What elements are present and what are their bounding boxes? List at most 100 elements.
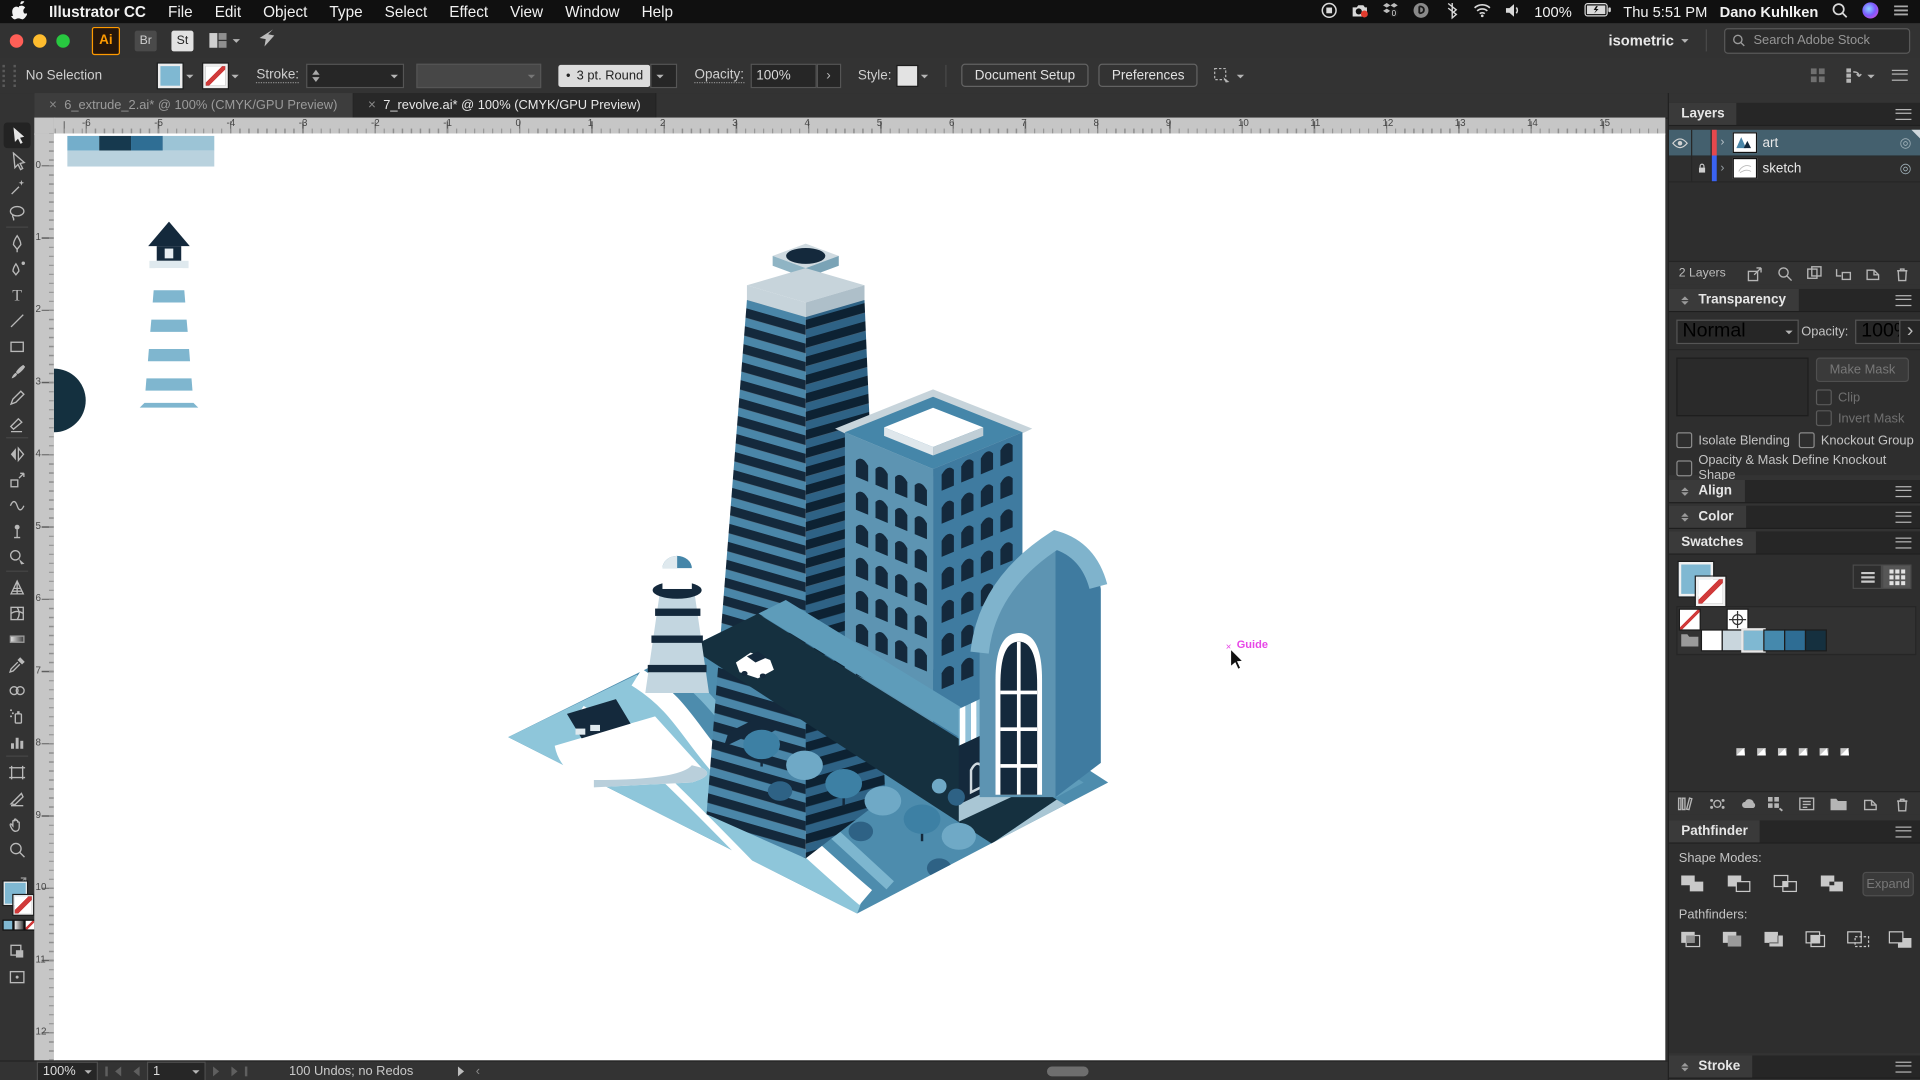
isolate-blending-checkbox[interactable] xyxy=(1676,432,1692,448)
align-panel-header[interactable]: Align xyxy=(1669,480,1920,503)
divide-button[interactable] xyxy=(1679,929,1706,955)
grid-view-button[interactable] xyxy=(1882,564,1911,588)
collapse-icon[interactable] xyxy=(1681,1059,1688,1075)
new-layer-icon[interactable] xyxy=(1864,264,1882,282)
dock-control[interactable] xyxy=(1844,66,1875,84)
new-sublayer-icon[interactable] xyxy=(1834,264,1852,282)
slice-tool[interactable] xyxy=(4,785,31,811)
screen-record-icon[interactable] xyxy=(1320,1,1338,23)
layers-panel-header[interactable]: Layers xyxy=(1669,103,1920,126)
panel-drag-handle[interactable] xyxy=(2,64,15,86)
list-view-button[interactable] xyxy=(1853,564,1882,588)
menu-file[interactable]: File xyxy=(157,3,204,20)
fill-swatch[interactable] xyxy=(158,63,182,87)
opacity-field[interactable]: 100% xyxy=(750,63,816,87)
blend-tool[interactable] xyxy=(4,677,31,703)
outline-button[interactable] xyxy=(1845,929,1872,955)
puppet-warp-tool[interactable] xyxy=(4,518,31,544)
grid-options-icon[interactable] xyxy=(1809,66,1827,84)
adobe-stock-search[interactable] xyxy=(1724,28,1910,54)
visibility-toggle[interactable] xyxy=(1669,156,1692,182)
layer-target-icon[interactable]: ◎ xyxy=(1900,135,1912,151)
document-tab[interactable]: × 6_extrude_2.ai* @ 100% (CMYK/GPU Previ… xyxy=(34,93,353,117)
symbol-sprayer-tool[interactable] xyxy=(4,703,31,729)
color-swatch[interactable] xyxy=(1723,631,1743,651)
horizontal-scrollbar-thumb[interactable] xyxy=(1047,1067,1089,1077)
color-swatch[interactable] xyxy=(1744,631,1764,651)
artboard-navigation-control[interactable]: 1 xyxy=(147,1062,206,1080)
panel-menu-icon[interactable] xyxy=(1896,1061,1912,1072)
pen-tool[interactable] xyxy=(4,230,31,256)
collapse-icon[interactable] xyxy=(1681,483,1688,499)
camera-status-icon[interactable] xyxy=(1351,1,1369,23)
rectangle-tool[interactable] xyxy=(4,333,31,359)
first-artboard-button[interactable] xyxy=(105,1067,121,1077)
previous-artboard-button[interactable] xyxy=(129,1067,140,1077)
knockout-group-checkbox[interactable] xyxy=(1799,432,1815,448)
opacity-slider-button[interactable]: › xyxy=(1899,320,1920,344)
menu-app-name[interactable]: Illustrator CC xyxy=(38,3,157,20)
stroke-panel-header[interactable]: Stroke xyxy=(1669,1056,1920,1079)
close-tab-icon[interactable]: × xyxy=(49,98,57,113)
menu-type[interactable]: Type xyxy=(318,3,373,20)
tab-layers[interactable]: Layers xyxy=(1669,103,1737,125)
visibility-toggle[interactable] xyxy=(1669,130,1692,156)
swatch-options-icon[interactable] xyxy=(1798,794,1816,812)
menu-view[interactable]: View xyxy=(499,3,554,20)
stroke-proxy[interactable] xyxy=(13,895,33,915)
bluetooth-icon[interactable] xyxy=(1442,1,1460,23)
transparency-panel-header[interactable]: Transparency xyxy=(1669,289,1920,312)
layer-thumbnail[interactable] xyxy=(1733,132,1757,153)
layer-name[interactable]: art xyxy=(1762,135,1778,150)
variable-width-profile[interactable]: • 3 pt. Round xyxy=(559,64,651,86)
stroke-swatch[interactable] xyxy=(204,63,228,87)
menu-select[interactable]: Select xyxy=(374,3,439,20)
color-swatch[interactable] xyxy=(1806,631,1826,651)
unite-button[interactable] xyxy=(1679,873,1706,899)
music-app-icon[interactable] xyxy=(1412,1,1430,23)
menu-clock[interactable]: Thu 5:51 PM xyxy=(1623,3,1707,20)
workspace-switcher[interactable]: isometric xyxy=(1609,32,1689,49)
wifi-icon[interactable] xyxy=(1473,1,1491,23)
gpu-performance-icon[interactable] xyxy=(257,28,277,54)
swatch-registration[interactable] xyxy=(1728,610,1748,630)
tab-pathfinder[interactable]: Pathfinder xyxy=(1669,820,1760,842)
zoom-tool[interactable] xyxy=(4,836,31,862)
trim-button[interactable] xyxy=(1720,929,1747,955)
expand-button[interactable]: Expand xyxy=(1862,872,1913,896)
color-panel-header[interactable]: Color xyxy=(1669,506,1920,529)
paintbrush-tool[interactable] xyxy=(4,359,31,385)
make-clipping-mask-icon[interactable] xyxy=(1805,264,1823,282)
tab-color[interactable]: Color xyxy=(1669,506,1746,528)
lasso-tool[interactable] xyxy=(4,200,31,226)
profile-dropdown-button[interactable] xyxy=(650,63,677,87)
mesh-tool[interactable] xyxy=(4,600,31,626)
screen-mode-button[interactable] xyxy=(4,964,31,990)
expand-layer-icon[interactable]: › xyxy=(1717,136,1728,149)
eyedropper-tool[interactable] xyxy=(4,651,31,677)
stroke-color-control[interactable] xyxy=(204,63,240,87)
column-graph-tool[interactable] xyxy=(4,729,31,755)
swatches-stroke-proxy[interactable] xyxy=(1696,577,1725,606)
swatch-group-folder-icon[interactable] xyxy=(1680,632,1700,648)
last-artboard-button[interactable] xyxy=(231,1067,247,1077)
rotate-tool[interactable] xyxy=(4,441,31,467)
shape-builder-tool[interactable] xyxy=(4,544,31,570)
gradient-tool[interactable] xyxy=(4,626,31,652)
artboard-canvas[interactable]: × Guide xyxy=(54,133,1665,1060)
layer-name[interactable]: sketch xyxy=(1762,161,1801,176)
opacity-flyout-button[interactable]: › xyxy=(816,63,840,87)
menu-window[interactable]: Window xyxy=(554,3,630,20)
zoom-window-button[interactable] xyxy=(56,34,69,47)
new-color-group-icon[interactable] xyxy=(1829,794,1847,812)
type-tool[interactable]: T xyxy=(4,282,31,308)
color-type-buttons[interactable] xyxy=(4,921,35,930)
line-segment-tool[interactable] xyxy=(4,307,31,333)
tab-transparency[interactable]: Transparency xyxy=(1669,289,1798,311)
magic-wand-tool[interactable] xyxy=(4,174,31,200)
graphic-style-control[interactable] xyxy=(898,66,929,86)
eraser-tool[interactable] xyxy=(4,410,31,436)
menu-help[interactable]: Help xyxy=(631,3,685,20)
bridge-button[interactable]: Br xyxy=(135,30,157,51)
preferences-button[interactable]: Preferences xyxy=(1098,64,1198,87)
